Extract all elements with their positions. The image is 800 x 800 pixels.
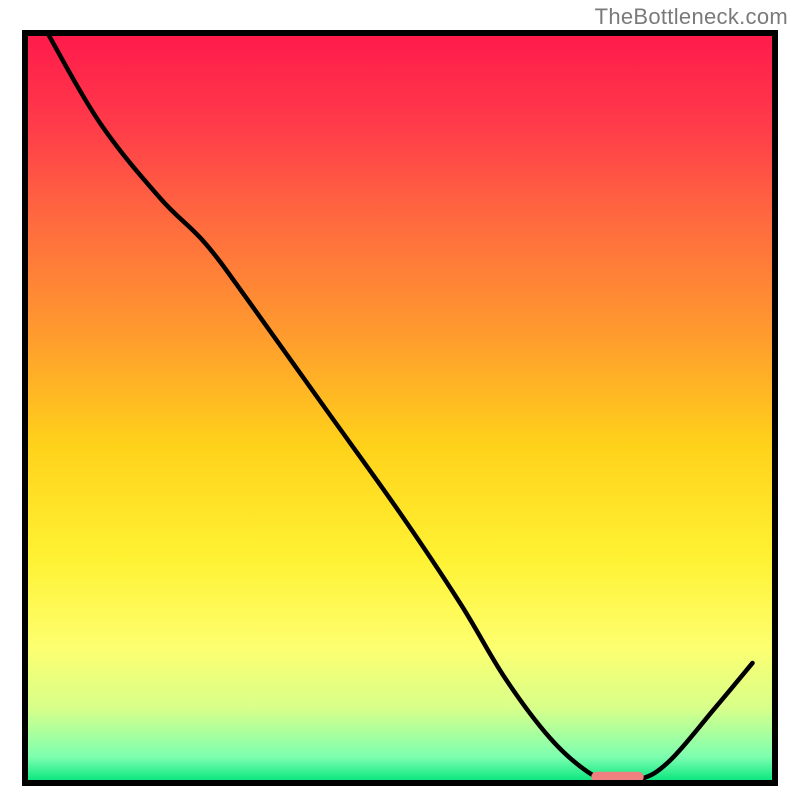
plot-area: [25, 33, 775, 783]
plot-background: [25, 33, 775, 783]
chart-container: TheBottleneck.com: [0, 0, 800, 800]
bottleneck-chart: [0, 0, 800, 800]
